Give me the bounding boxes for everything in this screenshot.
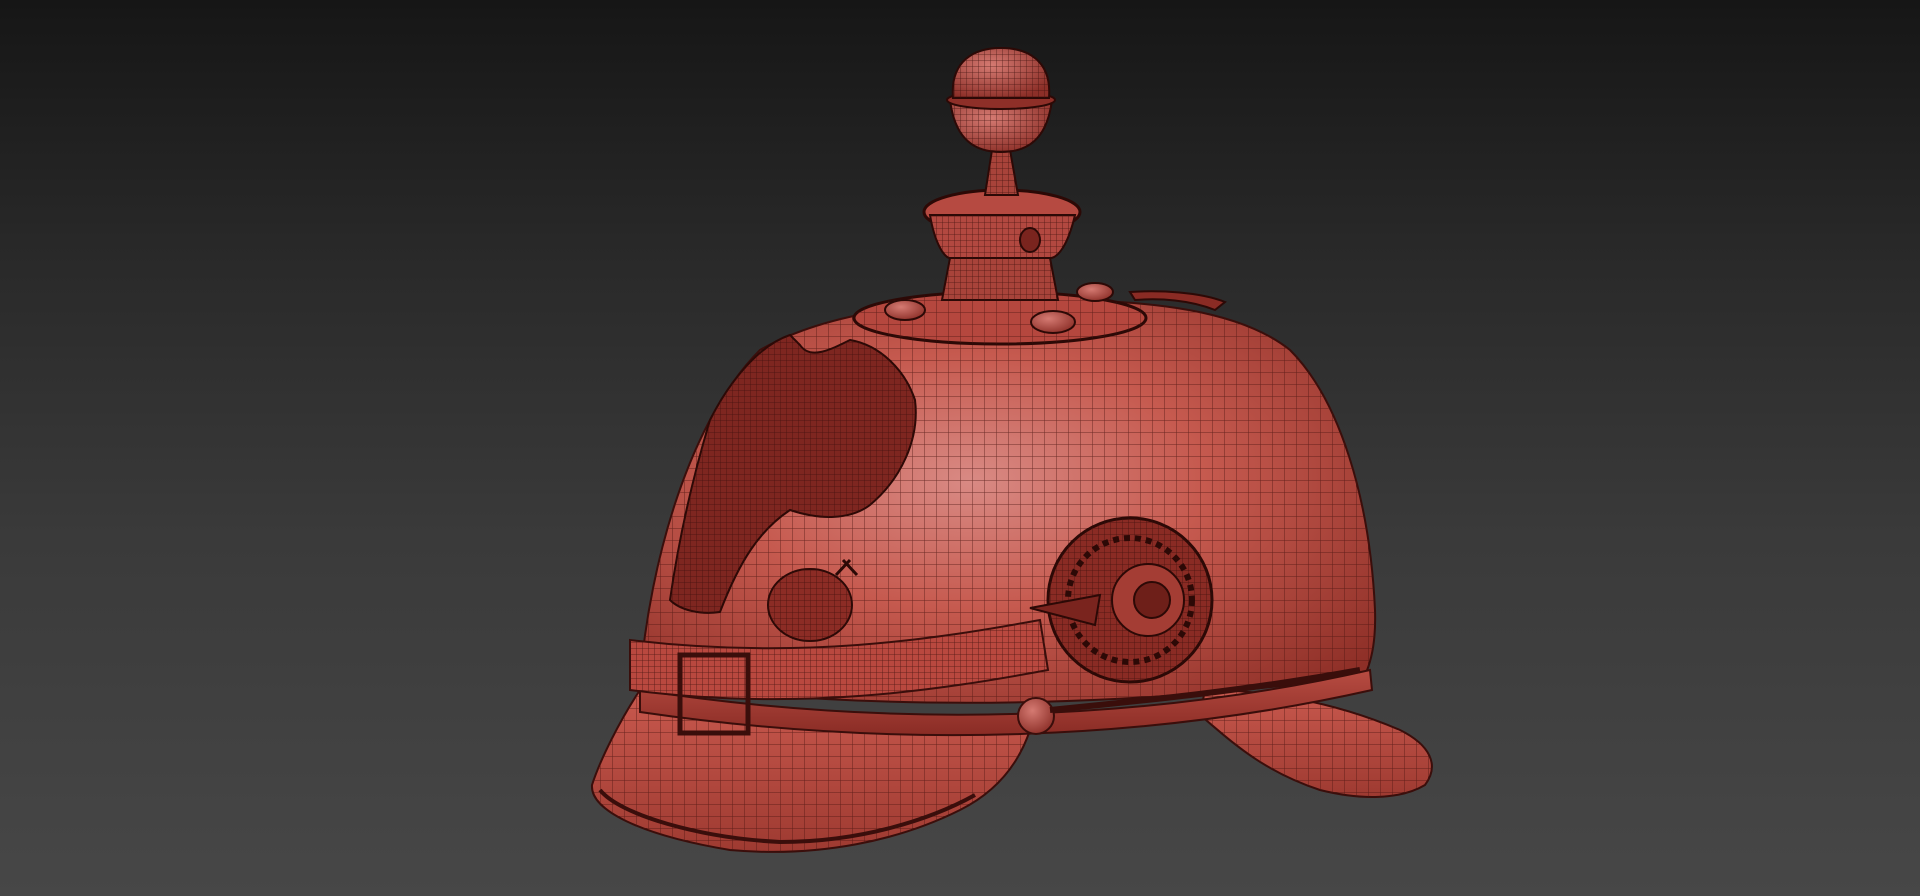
helmet-model-render[interactable] [0, 0, 1920, 896]
rivet-front [1030, 310, 1076, 334]
3d-viewport[interactable] [0, 0, 1920, 896]
spike-base [922, 188, 1082, 301]
rivet-left [884, 299, 926, 321]
spike-finial [946, 46, 1056, 196]
strap-rivet [1017, 697, 1055, 735]
rivet-right [1076, 282, 1114, 302]
